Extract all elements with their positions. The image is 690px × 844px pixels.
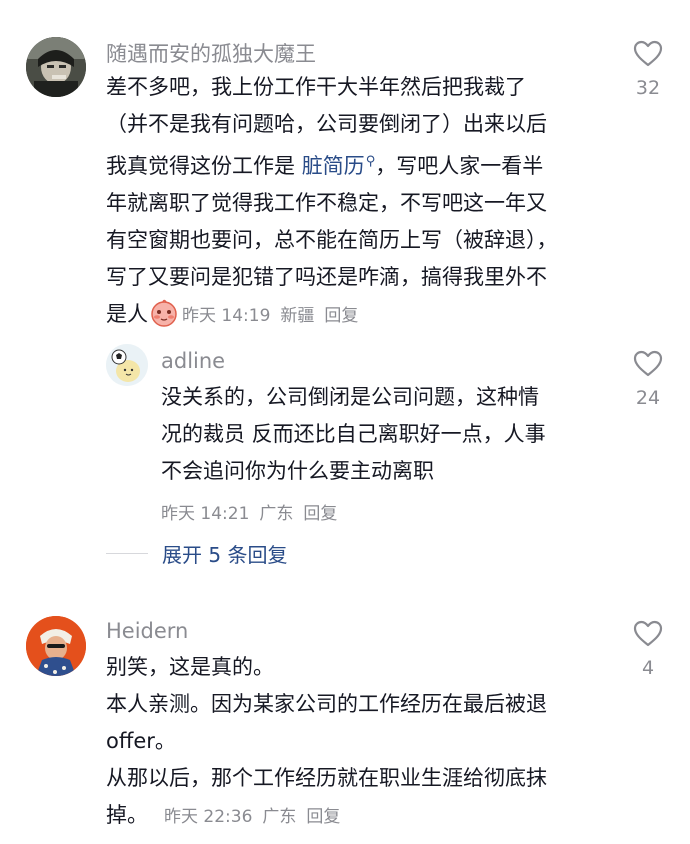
comment-line: 掉。 昨天 22:36 广东 回复 — [106, 797, 547, 836]
avatar-image — [106, 344, 148, 386]
comment-line-part: 是人 — [106, 302, 148, 326]
like-button[interactable]: 4 — [618, 620, 678, 679]
comment-line: 不会追问你为什么要主动离职 — [161, 459, 434, 483]
avatar[interactable] — [106, 344, 148, 386]
like-count: 24 — [635, 387, 661, 409]
timestamp: 昨天 14:21 — [161, 504, 250, 524]
comment-text: 别笑，这是真的。 本人亲测。因为某家公司的工作经历在最后被退 offer。 从那… — [106, 649, 547, 836]
location: 广东 — [262, 807, 297, 827]
comment-list: 随遇而安的孤独大魔王 差不多吧，我上份工作干大半年然后把我裁了 （并不是我有问题… — [0, 0, 690, 844]
reply-button[interactable]: 回复 — [303, 504, 337, 524]
like-button[interactable]: 24 — [618, 350, 678, 409]
username[interactable]: Heidern — [106, 619, 188, 643]
location: 新疆 — [280, 306, 315, 326]
comment-meta: 昨天 14:19 新疆 回复 — [182, 306, 368, 326]
location: 广东 — [259, 504, 294, 524]
comment-line-part: 我真觉得这份工作是 — [106, 154, 295, 178]
like-count: 4 — [641, 657, 655, 679]
expand-replies-button[interactable]: 展开 5 条回复 — [106, 539, 287, 568]
timestamp: 昨天 22:36 — [164, 807, 253, 827]
comment-line: 我真觉得这份工作是 脏简历⚲，写吧人家一看半 — [106, 143, 558, 185]
reply-button[interactable]: 回复 — [324, 306, 358, 326]
keyword-text: 脏简历 — [301, 154, 365, 178]
heart-outline-icon — [633, 620, 663, 647]
avatar-image — [26, 616, 86, 676]
comment-line: 年就离职了觉得我工作不稳定，不写吧这一年又 — [106, 191, 547, 215]
comment-text: 没关系的，公司倒闭是公司问题，这种情 况的裁员 反而还比自己离职好一点，人事 不… — [161, 379, 546, 490]
expand-replies-label: 展开 5 条回复 — [162, 543, 288, 567]
comment-text: 差不多吧，我上份工作干大半年然后把我裁了 （并不是我有问题哈，公司要倒闭了）出来… — [106, 69, 558, 335]
reply-button[interactable]: 回复 — [306, 807, 340, 827]
avatar[interactable] — [26, 37, 86, 97]
comment-line: 别笑，这是真的。 — [106, 655, 274, 679]
like-count: 32 — [635, 77, 661, 99]
comment-meta: 昨天 14:21 广东 回复 — [161, 499, 347, 524]
comment-line: 没关系的，公司倒闭是公司问题，这种情 — [161, 385, 539, 409]
username[interactable]: adline — [161, 349, 225, 373]
comment-meta: 昨天 22:36 广东 回复 — [164, 807, 350, 827]
comment-line: 况的裁员 反而还比自己离职好一点，人事 — [161, 422, 546, 446]
comment-line: 差不多吧，我上份工作干大半年然后把我裁了 — [106, 75, 526, 99]
search-icon: ⚲ — [365, 154, 376, 169]
heart-outline-icon — [633, 350, 663, 377]
comment-line: 写了又要问是犯错了吗还是咋滴，搞得我里外不 — [106, 265, 547, 289]
comment-line: offer。 — [106, 729, 176, 753]
shy-face-emoji-icon — [150, 299, 178, 327]
divider — [106, 553, 148, 554]
comment-line: 是人 昨天 14:19 新疆 回复 — [106, 296, 558, 335]
timestamp: 昨天 14:19 — [182, 306, 271, 326]
comment-line: 本人亲测。因为某家公司的工作经历在最后被退 — [106, 692, 547, 716]
keyword-link[interactable]: 脏简历⚲ — [302, 154, 376, 178]
comment-line-part: 掉。 — [106, 803, 148, 827]
comment-line: （并不是我有问题哈，公司要倒闭了）出来以后 — [106, 112, 547, 136]
comment-line-part: ，写吧人家一看半 — [375, 154, 544, 178]
avatar-image — [26, 37, 86, 97]
comment-line: 有空窗期也要问，总不能在简历上写（被辞退）， — [106, 228, 558, 252]
like-button[interactable]: 32 — [618, 40, 678, 99]
heart-outline-icon — [633, 40, 663, 67]
username[interactable]: 随遇而安的孤独大魔王 — [106, 38, 316, 68]
comment-line: 从那以后，那个工作经历就在职业生涯给彻底抹 — [106, 766, 547, 790]
avatar[interactable] — [26, 616, 86, 676]
